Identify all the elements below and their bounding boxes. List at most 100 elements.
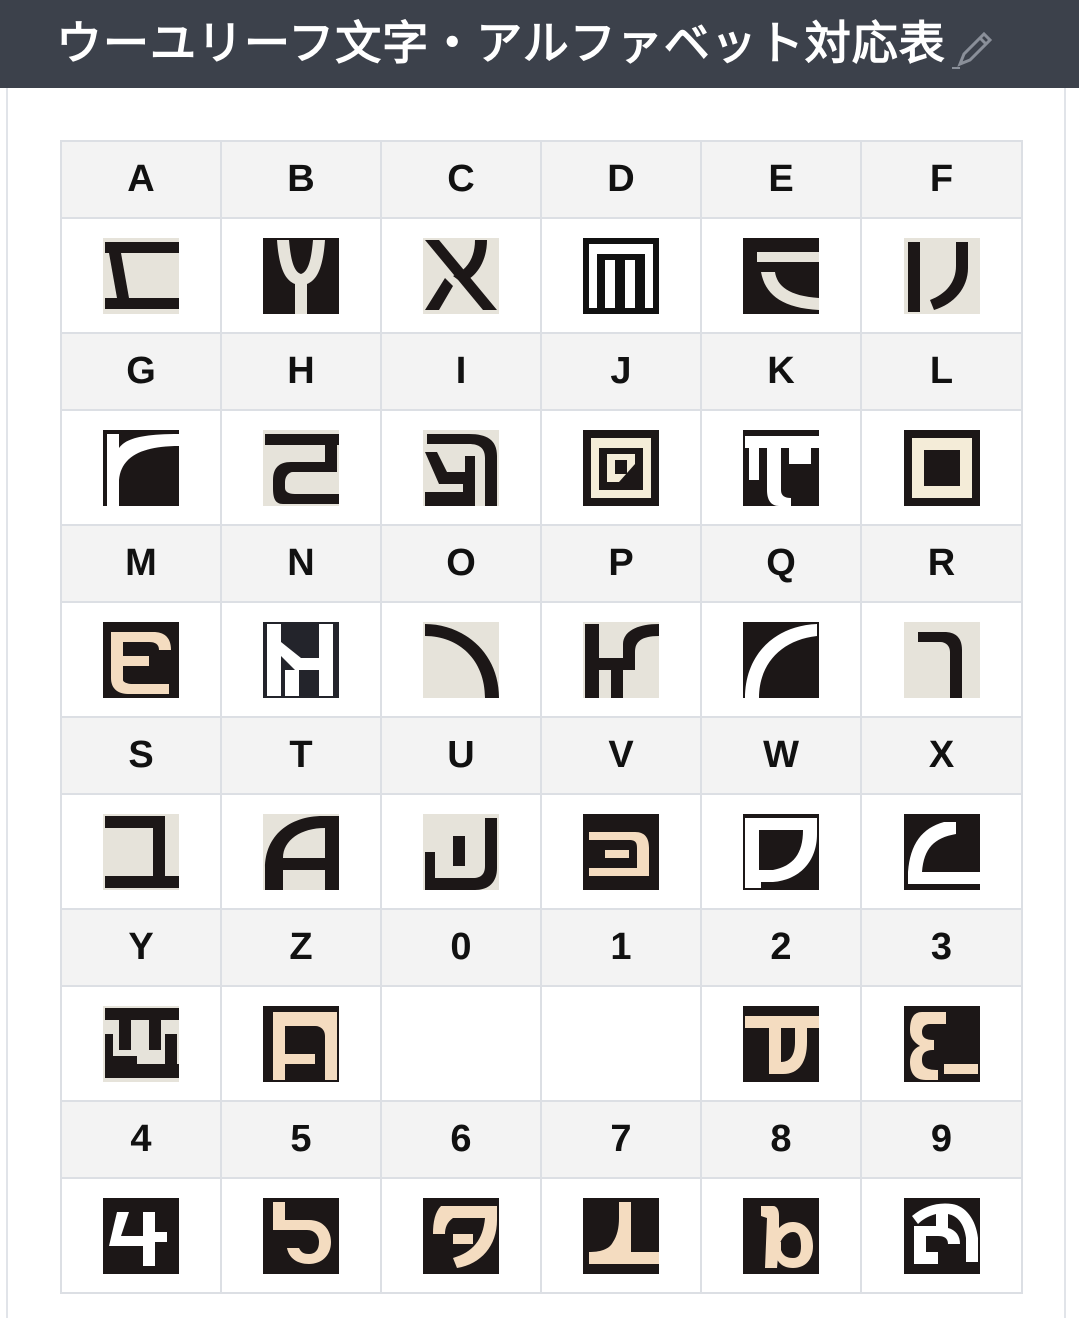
label-cell: 4 [60,1100,222,1179]
glyph-cell [860,1177,1023,1294]
glyph-g-icon [103,429,179,506]
glyph-q-icon [743,621,819,698]
glyph-cell [540,985,702,1102]
table-row [60,1177,1023,1294]
glyph-cell [540,409,702,526]
label-cell: K [700,332,862,411]
glyph-cell [380,985,542,1102]
glyph-w-icon [743,813,819,890]
glyph-cell [380,601,542,718]
label-cell: N [220,524,382,603]
glyph-i-icon [423,429,499,506]
glyph-cell [60,793,222,910]
page-title: ウーユリーフ文字・アルファベット対応表 [56,17,946,69]
label-cell: L [860,332,1023,411]
glyph-cell [220,217,382,334]
label-cell: T [220,716,382,795]
glyph-5-icon [263,1197,339,1274]
table-row: Y Z 0 1 2 3 [60,908,1023,987]
label-cell: D [540,140,702,219]
pencil-icon[interactable] [950,28,1000,70]
glyph-cell [60,601,222,718]
table-row [60,793,1023,910]
label-cell: 7 [540,1100,702,1179]
glyph-cell [220,1177,382,1294]
label-cell: P [540,524,702,603]
glyph-cell [700,217,862,334]
glyph-k-icon [743,429,819,506]
label-cell: U [380,716,542,795]
label-cell: C [380,140,542,219]
glyph-cell [860,601,1023,718]
glyph-o-icon [423,621,499,698]
table-row [60,217,1023,334]
glyph-cell [380,217,542,334]
label-cell: 8 [700,1100,862,1179]
glyph-r-icon [903,621,980,698]
label-cell: F [860,140,1023,219]
label-cell: A [60,140,222,219]
glyph-l-icon [903,429,980,506]
glyph-cell [380,1177,542,1294]
glyph-cell [540,1177,702,1294]
label-cell: 2 [700,908,862,987]
glyph-cell [220,985,382,1102]
label-cell: 6 [380,1100,542,1179]
label-cell: O [380,524,542,603]
glyph-cell [860,985,1023,1102]
glyph-c-icon [423,237,499,314]
label-cell: H [220,332,382,411]
label-cell: V [540,716,702,795]
glyph-cell [540,793,702,910]
glyph-s-icon [103,813,179,890]
glyph-y-icon [103,1005,179,1082]
label-cell: Q [700,524,862,603]
glyph-cell [60,217,222,334]
glyph-e-icon [743,237,819,314]
glyph-3-icon [903,1005,980,1082]
glyph-j-icon [583,429,659,506]
glyph-cell [220,409,382,526]
glyph-cell [220,601,382,718]
glyph-a-icon [103,237,179,314]
label-cell: B [220,140,382,219]
table-row [60,601,1023,718]
glyph-cell [700,793,862,910]
glyph-v-icon [583,813,659,890]
glyph-cell [60,1177,222,1294]
table-row: A B C D E F [60,140,1023,219]
alphabet-table: A B C D E F G H I J K L M N O P Q R S T … [60,140,1023,1294]
label-cell: I [380,332,542,411]
label-cell: E [700,140,862,219]
label-cell: J [540,332,702,411]
page-header: ウーユリーフ文字・アルファベット対応表 [0,0,1079,88]
glyph-d-icon [583,237,659,314]
glyph-2-icon [743,1005,819,1082]
glyph-n-icon [263,621,339,698]
label-cell: W [700,716,862,795]
glyph-cell [700,1177,862,1294]
glyph-8-icon [743,1197,819,1274]
glyph-cell [540,601,702,718]
glyph-cell [380,409,542,526]
glyph-cell [540,217,702,334]
glyph-cell [860,793,1023,910]
glyph-9-icon [903,1197,980,1274]
table-row: 4 5 6 7 8 9 [60,1100,1023,1179]
glyph-cell [220,793,382,910]
glyph-x-icon [903,813,980,890]
glyph-h-icon [263,429,339,506]
table-row [60,985,1023,1102]
label-cell: G [60,332,222,411]
glyph-t-icon [263,813,339,890]
table-row [60,409,1023,526]
glyph-6-icon [423,1197,499,1274]
glyph-cell [60,985,222,1102]
label-cell: S [60,716,222,795]
label-cell: 1 [540,908,702,987]
glyph-cell [700,601,862,718]
glyph-cell [860,409,1023,526]
label-cell: 0 [380,908,542,987]
glyph-cell [700,985,862,1102]
label-cell: 9 [860,1100,1023,1179]
